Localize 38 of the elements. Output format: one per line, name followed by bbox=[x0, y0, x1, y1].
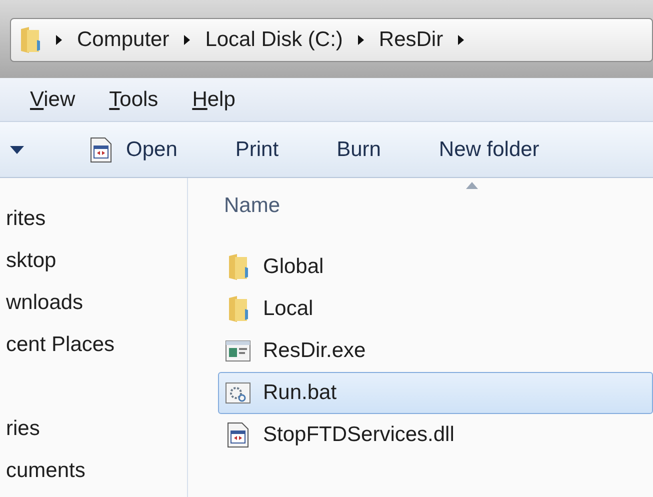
file-name: Global bbox=[263, 254, 324, 280]
toolbar-button[interactable]: Burn bbox=[336, 134, 381, 166]
toolbar-button[interactable]: Print bbox=[235, 134, 279, 166]
nav-item[interactable]: sktop bbox=[0, 240, 187, 282]
window-document-icon bbox=[225, 422, 251, 448]
menu-item[interactable]: Help bbox=[192, 84, 236, 116]
file-name: ResDir.exe bbox=[263, 338, 366, 364]
file-row[interactable]: StopFTDServices.dll bbox=[218, 414, 653, 456]
breadcrumb[interactable]: Local Disk (C:) bbox=[205, 24, 343, 56]
chevron-icon[interactable] bbox=[55, 34, 63, 46]
folder-icon bbox=[19, 26, 41, 54]
chevron-icon[interactable] bbox=[457, 34, 466, 46]
breadcrumb[interactable]: ResDir bbox=[378, 24, 444, 56]
toolbar-button[interactable]: New folder bbox=[438, 134, 540, 166]
file-row[interactable]: Local bbox=[218, 288, 653, 330]
file-name: Local bbox=[263, 296, 314, 322]
open-button[interactable]: Open bbox=[90, 134, 178, 166]
window-document-icon bbox=[90, 136, 112, 162]
nav-item[interactable]: cent Places bbox=[0, 324, 187, 366]
application-window-icon bbox=[225, 339, 251, 363]
nav-item[interactable]: ries bbox=[0, 408, 187, 450]
nav-item[interactable]: cuments bbox=[0, 450, 187, 492]
column-header[interactable]: Name bbox=[218, 190, 653, 230]
file-row[interactable]: ResDir.exe bbox=[218, 330, 653, 372]
menu-item[interactable]: View bbox=[30, 84, 76, 116]
nav-item[interactable]: rites bbox=[0, 198, 187, 240]
chevron-icon[interactable] bbox=[183, 34, 192, 46]
file-row[interactable]: Run.bat bbox=[218, 372, 653, 414]
file-name: StopFTDServices.dll bbox=[263, 422, 454, 448]
nav-item[interactable]: wnloads bbox=[0, 282, 187, 324]
chevron-icon[interactable] bbox=[356, 34, 365, 46]
address-bar[interactable]: Computer Local Disk (C:) ResDir bbox=[10, 18, 653, 62]
gear-script-icon bbox=[225, 381, 251, 405]
dropdown-arrow-icon[interactable] bbox=[10, 146, 24, 154]
file-name: Run.bat bbox=[263, 380, 337, 406]
menu-item[interactable]: Tools bbox=[109, 84, 158, 116]
file-row[interactable]: Global bbox=[218, 246, 653, 288]
breadcrumb[interactable]: Computer bbox=[77, 24, 170, 56]
